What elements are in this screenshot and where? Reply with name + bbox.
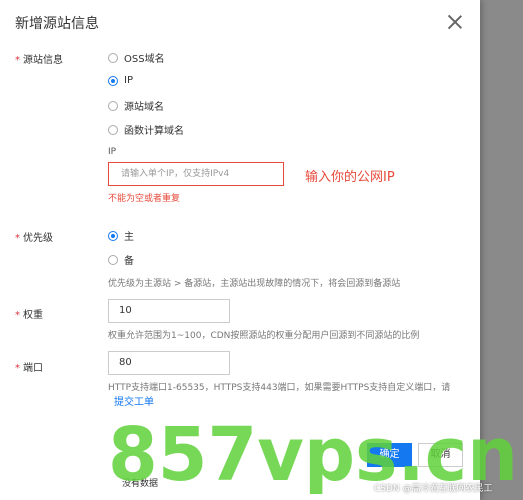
radio-function-compute-domain[interactable]: 函数计算域名	[108, 122, 184, 137]
close-icon[interactable]	[447, 14, 463, 30]
priority-hint: 优先级为主源站 > 备源站，主源站出现故障的情况下，将会回源到备源站	[108, 279, 401, 289]
ip-input[interactable]: 请输入单个IP，仅支持IPv4	[108, 162, 284, 186]
radio-ip[interactable]: IP	[108, 75, 133, 86]
radio-unchecked-icon	[108, 52, 118, 63]
radio-priority-backup[interactable]: 备	[108, 252, 134, 267]
weight-label: * 权重	[15, 310, 43, 321]
radio-unchecked-icon	[108, 100, 118, 111]
radio-origin-domain[interactable]: 源站域名	[108, 98, 164, 113]
ip-error-message: 不能为空或者重复	[108, 194, 181, 204]
annotation-text: 输入你的公网IP	[305, 170, 395, 185]
dialog-title: 新增源站信息	[15, 16, 99, 32]
radio-unchecked-icon	[108, 124, 118, 135]
weight-hint: 权重允许范围为1~100，CDN按照源站的权重分配用户回源到不同源站的比例	[108, 331, 420, 341]
radio-priority-primary[interactable]: 主	[108, 228, 134, 243]
radio-checked-icon	[108, 75, 118, 86]
port-input[interactable]: 80	[108, 351, 230, 375]
csdn-credit: CSDN @高冷滴互联网农民工	[374, 484, 493, 494]
radio-checked-icon	[108, 230, 118, 241]
priority-label: * 优先级	[15, 233, 53, 244]
radio-oss-domain[interactable]: OSS域名	[108, 50, 165, 65]
submit-ticket-link[interactable]: 提交工单	[114, 393, 154, 408]
port-hint: HTTP支持端口1-65535，HTTPS支持443端口，如果需要HTTPS支持…	[108, 383, 451, 393]
radio-unchecked-icon	[108, 254, 118, 265]
weight-input[interactable]: 10	[108, 299, 230, 323]
ip-field-label: IP	[108, 147, 117, 157]
origin-label: * 源站信息	[15, 55, 63, 66]
port-label: * 端口	[15, 363, 43, 374]
